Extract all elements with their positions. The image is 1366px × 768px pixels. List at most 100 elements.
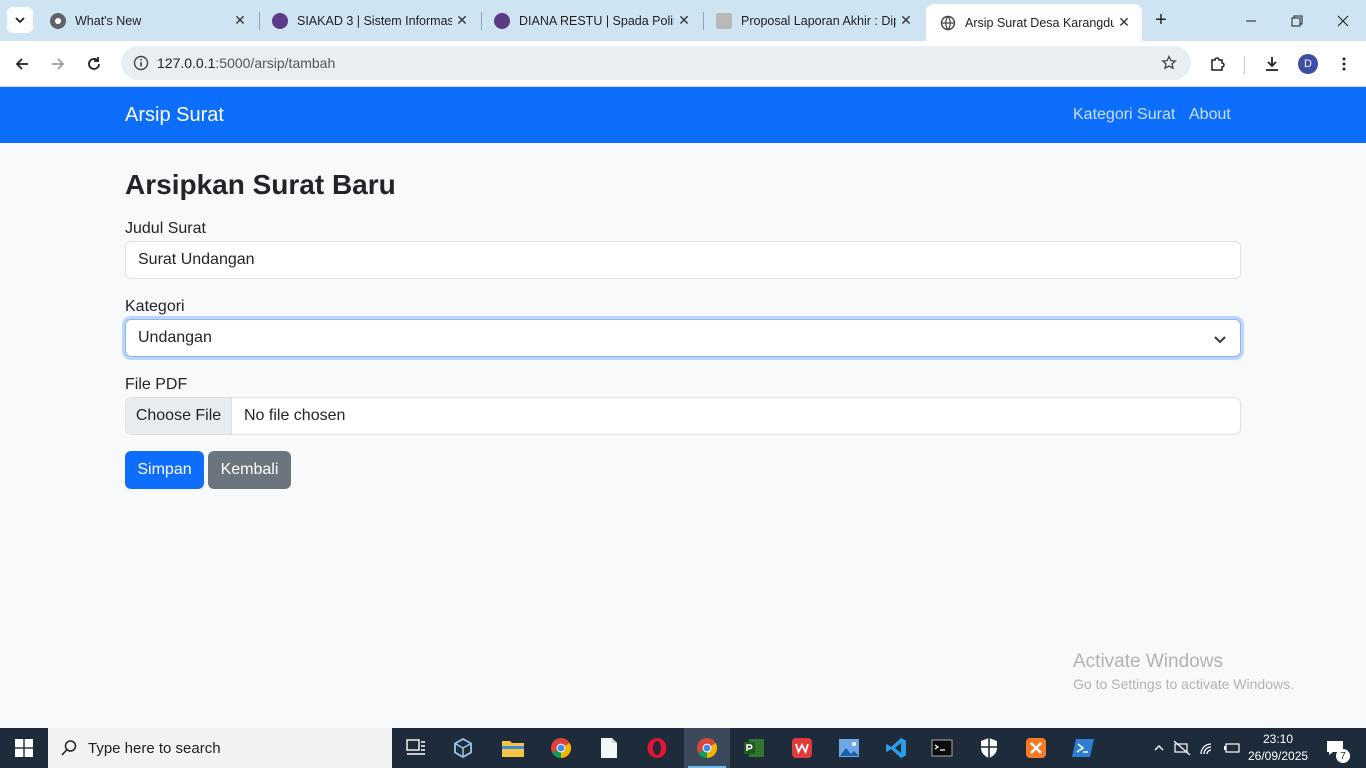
nav-link-kategori-surat[interactable]: Kategori Surat xyxy=(1073,106,1175,124)
taskbar-app-xampp[interactable] xyxy=(1013,728,1059,768)
taskbar-app-wps[interactable] xyxy=(779,728,825,768)
reload-button[interactable] xyxy=(79,49,109,79)
kategori-select[interactable]: Undangan xyxy=(125,319,1241,357)
close-icon[interactable]: ✕ xyxy=(452,11,472,31)
minimize-button[interactable] xyxy=(1228,0,1274,41)
tab-title: Proposal Laporan Akhir : Dip xyxy=(741,13,896,28)
chevron-down-icon xyxy=(15,17,25,24)
project-icon xyxy=(744,739,764,757)
tab-search-button[interactable] xyxy=(7,7,33,33)
network-offline-icon xyxy=(1173,740,1191,756)
toolbar-separator xyxy=(1244,56,1245,74)
restore-icon xyxy=(1291,15,1303,26)
more-vertical-icon xyxy=(1342,57,1346,71)
taskbar-app-notepad[interactable] xyxy=(586,728,632,768)
notification-center-button[interactable]: 7 xyxy=(1320,728,1350,768)
close-icon[interactable]: ✕ xyxy=(674,11,694,31)
restore-button[interactable] xyxy=(1274,0,1320,41)
reload-icon xyxy=(88,57,100,70)
taskbar-search-box[interactable]: Type here to search xyxy=(48,728,392,768)
taskbar-app-virtualbox[interactable] xyxy=(440,728,486,768)
activate-windows-title: Activate Windows xyxy=(1073,651,1223,672)
bookmark-star-icon[interactable] xyxy=(1159,53,1179,73)
activate-windows-subtitle: Go to Settings to activate Windows. xyxy=(1073,676,1294,692)
folder-icon xyxy=(502,741,524,757)
file-pdf-label: File PDF xyxy=(125,376,188,393)
taskbar-app-security[interactable] xyxy=(966,728,1012,768)
close-icon[interactable]: ✕ xyxy=(230,11,250,31)
downloads-button[interactable] xyxy=(1258,50,1286,78)
wifi-button[interactable] xyxy=(1197,728,1219,768)
taskbar-app-chrome[interactable] xyxy=(538,728,584,768)
browser-menu-button[interactable] xyxy=(1330,50,1358,78)
show-hidden-icons-button[interactable] xyxy=(1149,728,1169,768)
taskbar-app-terminal[interactable] xyxy=(919,728,965,768)
taskbar-app-project[interactable] xyxy=(731,728,777,768)
task-view-button[interactable] xyxy=(393,728,439,768)
clock-date: 26/09/2025 xyxy=(1248,749,1309,763)
taskbar-clock[interactable]: 23:10 26/09/2025 xyxy=(1248,731,1308,765)
close-icon[interactable]: ✕ xyxy=(896,11,916,31)
judul-surat-value: Surat Undangan xyxy=(138,251,255,268)
chrome-icon xyxy=(551,738,572,759)
tab-whats-new[interactable]: What's New ✕ xyxy=(36,4,258,37)
address-bar[interactable]: 127.0.0.1:5000/arsip/tambah xyxy=(121,46,1191,80)
windows-taskbar: Type here to search 23:10 26/09/2025 7 xyxy=(0,728,1366,768)
powershell-icon xyxy=(1072,739,1094,757)
back-button[interactable] xyxy=(7,49,37,79)
tab-title: Arsip Surat Desa Karangdur xyxy=(965,15,1114,30)
url-host: 127.0.0.1 xyxy=(157,55,216,71)
site-info-icon[interactable] xyxy=(129,51,153,75)
browser-tabstrip: What's New ✕ SIAKAD 3 | Sistem Informasi… xyxy=(0,0,1366,41)
forward-button[interactable] xyxy=(43,49,73,79)
navbar-brand[interactable]: Arsip Surat xyxy=(125,104,224,127)
taskbar-app-file-explorer[interactable] xyxy=(490,728,536,768)
avatar: D xyxy=(1298,54,1318,74)
minimize-icon xyxy=(1246,20,1256,21)
globe-icon xyxy=(940,15,956,31)
choose-file-button[interactable]: Choose File xyxy=(126,398,232,434)
tab-siakad[interactable]: SIAKAD 3 | Sistem Informasi ✕ xyxy=(258,4,480,37)
opera-icon xyxy=(647,738,667,758)
judul-surat-input[interactable]: Surat Undangan xyxy=(125,241,1241,279)
close-icon[interactable]: ✕ xyxy=(1114,13,1134,33)
terminal-icon xyxy=(931,739,953,757)
simpan-button[interactable]: Simpan xyxy=(125,451,204,489)
taskbar-app-photos[interactable] xyxy=(826,728,872,768)
vscode-icon xyxy=(886,738,906,758)
tab-spada[interactable]: DIANA RESTU | Spada Poline ✕ xyxy=(480,4,702,37)
network-status-button[interactable] xyxy=(1171,728,1193,768)
start-button[interactable] xyxy=(0,728,48,768)
battery-icon xyxy=(1224,743,1240,753)
nav-link-about[interactable]: About xyxy=(1189,106,1231,124)
file-pdf-input[interactable]: Choose File No file chosen xyxy=(125,397,1241,435)
chrome-icon xyxy=(697,738,718,759)
wps-icon xyxy=(792,738,812,758)
extensions-button[interactable] xyxy=(1204,50,1232,78)
tab-arsip-surat[interactable]: Arsip Surat Desa Karangdur ✕ xyxy=(926,4,1142,41)
photos-icon xyxy=(839,739,859,757)
virtualbox-icon xyxy=(454,737,472,759)
search-icon xyxy=(61,740,77,756)
taskbar-app-chrome-profile[interactable] xyxy=(684,728,730,768)
taskbar-app-powershell[interactable] xyxy=(1060,728,1106,768)
new-tab-button[interactable]: + xyxy=(1148,7,1174,33)
tab-title: SIAKAD 3 | Sistem Informasi xyxy=(297,13,452,28)
site-navbar: Arsip Surat Kategori Surat About xyxy=(0,87,1366,143)
university-logo-icon xyxy=(494,12,510,29)
taskbar-app-vscode[interactable] xyxy=(873,728,919,768)
browser-toolbar: 127.0.0.1:5000/arsip/tambah D xyxy=(0,41,1366,87)
battery-button[interactable] xyxy=(1221,728,1243,768)
close-window-button[interactable] xyxy=(1320,0,1366,41)
download-icon xyxy=(1266,57,1278,71)
puzzle-icon xyxy=(1211,57,1225,71)
kembali-button[interactable]: Kembali xyxy=(208,451,291,489)
close-icon xyxy=(1337,15,1349,26)
profile-button[interactable]: D xyxy=(1294,50,1322,78)
url-text: 127.0.0.1:5000/arsip/tambah xyxy=(157,55,335,71)
tab-proposal[interactable]: Proposal Laporan Akhir : Dip ✕ xyxy=(702,4,924,37)
xampp-icon xyxy=(1026,738,1046,758)
taskbar-app-opera[interactable] xyxy=(634,728,680,768)
chevron-down-icon xyxy=(1214,336,1226,344)
kategori-label: Kategori xyxy=(125,298,185,315)
